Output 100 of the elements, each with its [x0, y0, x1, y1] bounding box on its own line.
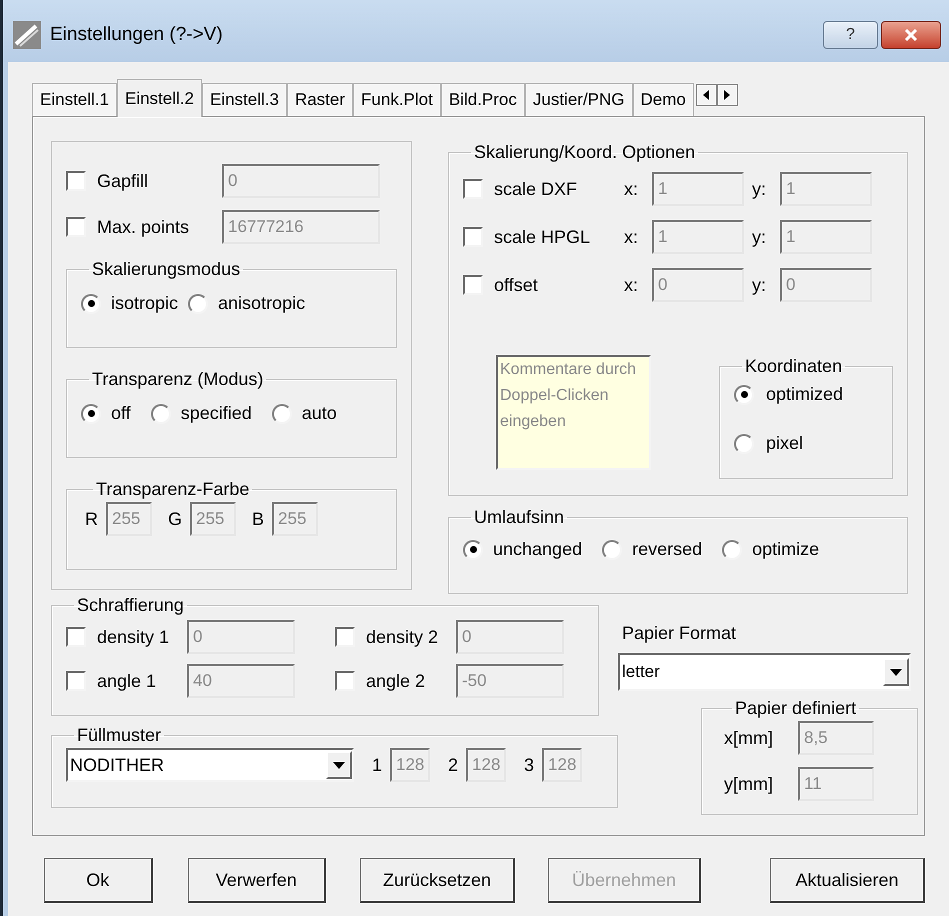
text-field[interactable]: 1 [780, 172, 872, 206]
group-title: Transparenz (Modus) [91, 368, 264, 390]
checkbox[interactable] [463, 227, 483, 247]
radio-button[interactable] [734, 384, 754, 404]
text-field[interactable]: 255 [106, 502, 152, 536]
text-field[interactable]: 128 [390, 748, 430, 782]
text-field[interactable]: 8,5 [798, 721, 874, 755]
axis-label: y: [752, 178, 768, 201]
radio-button[interactable] [722, 540, 742, 560]
axis-label: y: [752, 226, 768, 249]
checkbox[interactable] [335, 671, 355, 691]
group-title: Umlaufsinn [473, 506, 566, 528]
checkbox-label: scale HPGL [494, 226, 592, 248]
tab[interactable]: Justier/PNG [524, 83, 633, 116]
checkbox-label: scale DXF [494, 178, 578, 200]
paper-format-dropdown[interactable]: letter [618, 653, 911, 691]
axis-label: x: [624, 226, 640, 248]
checkbox-label: Gapfill [97, 170, 150, 193]
group-title: Skalierung/Koord. Optionen [473, 141, 696, 163]
text-field[interactable]: 255 [272, 502, 318, 536]
tab[interactable]: Demo [632, 83, 694, 116]
radio-button[interactable] [188, 294, 208, 314]
left-arrow-icon [703, 90, 710, 100]
field-label: Papier Format [622, 622, 738, 645]
window-title: Einstellungen (?->V) [50, 22, 223, 47]
dialog-button[interactable]: Verwerfen [188, 858, 326, 903]
text-field[interactable]: 0 [652, 268, 744, 302]
dropdown-button[interactable] [326, 751, 352, 779]
field-label: x[mm] [724, 726, 774, 750]
help-button[interactable]: ? [823, 21, 878, 49]
tab[interactable]: Raster [286, 83, 354, 116]
text-field[interactable]: 0 [222, 164, 380, 198]
tab[interactable]: Bild.Proc [440, 83, 525, 116]
fill-pattern-dropdown[interactable]: NODITHER [66, 748, 354, 782]
radio-button[interactable] [463, 540, 483, 560]
text-field[interactable]: 128 [542, 748, 582, 782]
close-button[interactable] [881, 21, 941, 49]
group-title: Skalierungsmodus [91, 258, 242, 280]
tab[interactable]: Funk.Plot [353, 83, 441, 116]
text-field[interactable]: -50 [456, 664, 564, 698]
group-title: Schraffierung [76, 594, 185, 616]
checkbox-label: angle 1 [97, 670, 158, 693]
field-label: 3 [524, 754, 534, 776]
option-label: optimized [766, 383, 844, 406]
text-field[interactable]: 255 [190, 502, 236, 536]
text-field[interactable]: 1 [780, 220, 872, 254]
checkbox-label: angle 2 [366, 670, 426, 693]
channel-label: B [252, 508, 264, 530]
group-title: Papier definiert [734, 697, 858, 719]
radio-button[interactable] [602, 540, 622, 560]
option-label: pixel [766, 432, 804, 455]
comment-field[interactable]: Kommentare durch Doppel-Clicken eingeben [496, 355, 651, 470]
text-field[interactable]: 1 [652, 172, 744, 206]
checkbox-label: Max. points [97, 216, 190, 239]
option-label: specified [180, 402, 252, 425]
tab-scroll-right[interactable] [716, 84, 738, 106]
checkbox[interactable] [66, 171, 86, 191]
right-arrow-icon [724, 90, 730, 100]
radio-button[interactable] [150, 404, 171, 424]
axis-label: y: [752, 274, 768, 297]
group-title: Koordinaten [744, 355, 844, 377]
radio-button[interactable] [81, 294, 101, 314]
dropdown-button[interactable] [883, 658, 909, 686]
checkbox[interactable] [335, 627, 355, 647]
tab[interactable]: Einstell.3 [202, 83, 287, 116]
checkbox[interactable] [463, 179, 483, 199]
group-title: Transparenz-Farbe [95, 478, 250, 500]
checkbox-label: offset [494, 274, 539, 296]
radio-button[interactable] [81, 404, 101, 424]
field-label: 1 [372, 754, 382, 776]
axis-label: x: [624, 274, 640, 296]
radio-button[interactable] [734, 434, 754, 454]
checkbox[interactable] [66, 627, 86, 647]
close-icon [904, 29, 918, 41]
channel-label: R [85, 508, 98, 530]
checkbox[interactable] [66, 217, 86, 237]
text-field[interactable]: 11 [798, 767, 874, 801]
text-field[interactable]: 128 [466, 748, 506, 782]
option-label: reversed [632, 538, 702, 561]
text-field[interactable]: 0 [456, 620, 564, 654]
field-label: 2 [448, 754, 458, 776]
checkbox-label: density 1 [97, 626, 170, 649]
option-label: unchanged [493, 538, 582, 561]
tab-scroll-left[interactable] [696, 84, 717, 106]
text-field[interactable]: 1 [652, 220, 744, 254]
checkbox[interactable] [66, 671, 86, 691]
dialog-button[interactable]: Ok [44, 858, 153, 903]
option-label: optimize [752, 538, 820, 561]
text-field[interactable]: 40 [187, 664, 295, 698]
checkbox[interactable] [463, 275, 483, 295]
tab[interactable]: Einstell.1 [32, 83, 117, 116]
checkbox-label: density 2 [366, 626, 440, 649]
dialog-button[interactable]: Zurücksetzen [360, 858, 515, 903]
text-field[interactable]: 0 [187, 620, 295, 654]
dialog-button[interactable]: Aktualisieren [770, 858, 925, 903]
tab[interactable]: Einstell.2 [116, 79, 202, 117]
text-field[interactable]: 16777216 [222, 210, 380, 244]
radio-button[interactable] [272, 404, 292, 424]
option-label: auto [302, 402, 337, 425]
text-field[interactable]: 0 [780, 268, 872, 302]
